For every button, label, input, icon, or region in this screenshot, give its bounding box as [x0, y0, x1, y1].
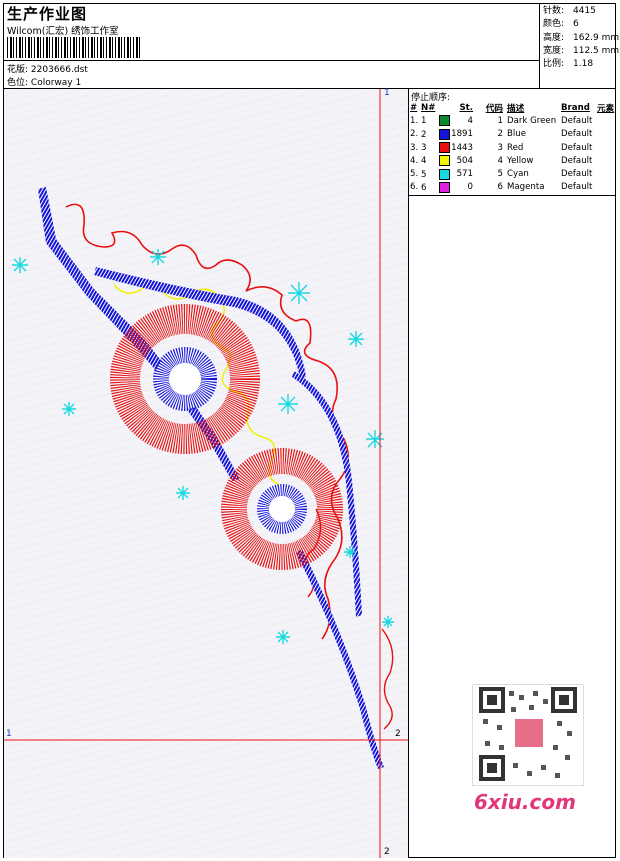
col-n: N# — [421, 102, 436, 113]
qr-code-watermark — [472, 684, 584, 786]
row-idx: 3. — [410, 142, 419, 153]
row-idx: 6. — [410, 182, 419, 193]
row-n: 6 — [421, 182, 427, 193]
design-stats: 针数: 4415 颜色: 6 高度: 162.9 mm 宽度: 112.5 mm 比例:… — [543, 5, 619, 71]
row-st: 504 — [456, 155, 473, 166]
table-row: 4. 4 504 4 Yellow Default — [410, 154, 614, 167]
row-brand: Default — [561, 142, 593, 153]
row-brand: Default — [561, 115, 593, 126]
row-idx: 1. — [410, 115, 419, 126]
width-value: 112.5 mm — [573, 45, 620, 56]
row-brand: Default — [561, 169, 593, 180]
scale-value: 1.18 — [573, 59, 594, 70]
panel-divider — [408, 89, 409, 858]
colors-value: 6 — [573, 19, 579, 30]
company-name: Wilcom(汇宏) 绣饰工作室 — [7, 26, 119, 37]
color-swatch — [439, 181, 451, 193]
col-brand: Brand — [561, 102, 590, 113]
row-code: 5 — [497, 169, 503, 180]
barcode — [7, 37, 142, 58]
colors-label: 颜色: — [543, 19, 565, 30]
guide-marker-left: 1 — [6, 729, 12, 739]
row-desc: Yellow — [507, 155, 534, 166]
row-n: 5 — [421, 169, 427, 180]
row-st: 1891 — [451, 129, 473, 140]
col-idx: # — [410, 102, 418, 113]
row-code: 6 — [497, 182, 503, 193]
row-code: 4 — [497, 155, 503, 166]
col-st: St. — [459, 102, 473, 113]
row-n: 1 — [421, 116, 427, 127]
site-watermark: 6xiu.com — [474, 790, 576, 814]
colorway-label: 色位: — [7, 78, 29, 88]
design-file-label: 花版: — [7, 65, 29, 75]
design-file-value: 2203666.dst — [30, 65, 88, 75]
table-row: 2. 2 1891 2 Blue Default — [410, 128, 614, 141]
color-swatch — [439, 142, 451, 154]
table-row: 6. 6 0 6 Magenta Default — [410, 181, 614, 194]
table-row: 5. 5 571 5 Cyan Default — [410, 167, 614, 180]
height-label: 高度: — [543, 32, 565, 43]
sheet-title: 生产作业图 — [7, 5, 88, 23]
color-swatch — [439, 155, 451, 167]
row-desc: Dark Green — [507, 115, 557, 126]
embroidery-artwork — [4, 89, 409, 858]
burst-small — [221, 448, 343, 570]
row-desc: Red — [507, 142, 524, 153]
row-brand: Default — [561, 155, 593, 166]
colorway-value: Colorway 1 — [30, 78, 82, 88]
row-st: 571 — [456, 169, 473, 180]
table-row: 1. 1 4 1 Dark Green Default — [410, 114, 614, 127]
row-n-cell: 5 — [421, 167, 451, 180]
color-swatch — [439, 128, 451, 140]
col-code: 代码 — [485, 103, 503, 114]
header-divider — [4, 60, 540, 61]
burst-large — [110, 304, 260, 454]
scale-label: 比例: — [543, 59, 565, 70]
row-st: 0 — [467, 182, 473, 193]
table-header-row: # N# St. 代码 描述 Brand 元素 — [410, 101, 614, 114]
row-n: 2 — [421, 129, 427, 140]
row-n: 3 — [421, 143, 427, 154]
row-n-cell: 1 — [421, 114, 451, 127]
width-label: 宽度: — [543, 45, 565, 56]
row-n-cell: 2 — [421, 128, 451, 141]
color-swatch — [439, 115, 451, 127]
row-st: 4 — [467, 115, 473, 126]
design-canvas: 1 1 2 2 — [4, 88, 409, 858]
row-idx: 2. — [410, 129, 419, 140]
row-n: 4 — [421, 156, 427, 167]
row-code: 1 — [497, 115, 503, 126]
col-desc: 描述 — [507, 103, 525, 114]
col-element: 元素 — [597, 103, 615, 114]
design-file-row: 花版: 2203666.dst — [7, 62, 88, 75]
table-row: 3. 3 1443 3 Red Default — [410, 141, 614, 154]
row-n-cell: 6 — [421, 181, 451, 194]
row-st: 1443 — [451, 142, 473, 153]
row-brand: Default — [561, 129, 593, 140]
stitches-value: 4415 — [573, 6, 596, 16]
row-brand: Default — [561, 182, 593, 193]
row-code: 3 — [497, 142, 503, 153]
row-desc: Magenta — [507, 182, 545, 193]
stop-sequence-table: # N# St. 代码 描述 Brand 元素 1. 1 4 1 Dark Gr… — [410, 101, 614, 194]
row-n-cell: 4 — [421, 154, 451, 167]
row-idx: 5. — [410, 169, 419, 180]
stitches-label: 针数: — [543, 6, 565, 16]
row-idx: 4. — [410, 155, 419, 166]
guide-marker-bottom: 2 — [384, 847, 390, 857]
row-desc: Cyan — [507, 169, 529, 180]
guide-marker-top: 1 — [384, 88, 390, 98]
stats-divider — [539, 4, 540, 88]
row-n-cell: 3 — [421, 141, 451, 154]
color-swatch — [439, 168, 451, 180]
guide-marker-right: 2 — [395, 729, 401, 739]
height-value: 162.9 mm — [573, 32, 620, 43]
row-code: 2 — [497, 129, 503, 140]
row-desc: Blue — [507, 129, 527, 140]
colorway-row: 色位: Colorway 1 — [7, 75, 81, 88]
